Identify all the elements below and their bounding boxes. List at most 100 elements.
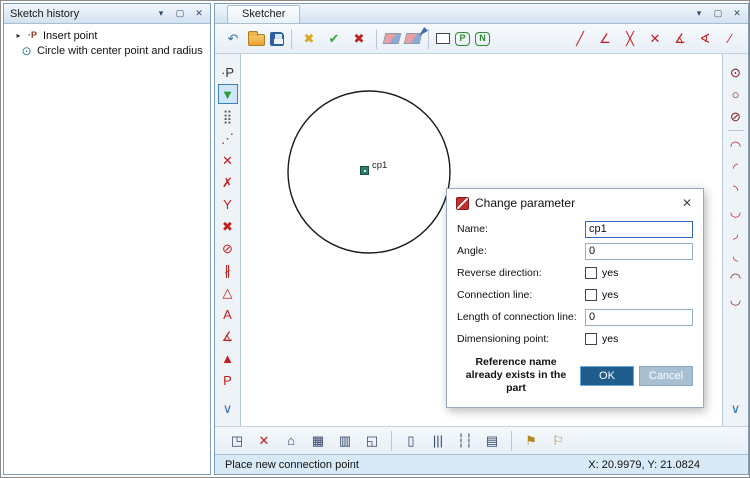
reverse-direction-label: Reverse direction: xyxy=(457,267,542,279)
point-ref-icon[interactable]: P xyxy=(218,370,238,390)
cross-lines-icon[interactable]: ✖ xyxy=(218,216,238,236)
connection-point-marker[interactable] xyxy=(360,166,369,175)
rollup-icon[interactable]: ▾ xyxy=(692,7,706,21)
window-buttons: ▾ ▢ ✕ xyxy=(692,7,744,21)
reverse-direction-row: Reverse direction: yes xyxy=(447,262,703,284)
arc-icon[interactable]: ◠ xyxy=(726,135,746,155)
circle-center-radius-icon[interactable]: ⊙ xyxy=(726,62,746,82)
cross-marks-icon[interactable]: ✗ xyxy=(218,172,238,192)
eraser-icon[interactable] xyxy=(382,33,402,44)
sketcher-titlebar: Sketcher ▾ ▢ ✕ xyxy=(215,4,748,24)
cancel-button[interactable]: Cancel xyxy=(639,365,693,386)
status-bar: Place new connection point X: 20.9979, Y… xyxy=(215,454,748,474)
angle-input[interactable] xyxy=(585,242,693,260)
maximize-icon[interactable]: ▢ xyxy=(711,7,725,21)
undo-icon[interactable]: ↶ xyxy=(223,29,243,49)
connection-line-label: Connection line: xyxy=(457,289,533,301)
connection-line-checkbox[interactable] xyxy=(585,289,597,301)
point-grid-icon[interactable]: ⣿ xyxy=(218,106,238,126)
maximize-icon[interactable]: ▢ xyxy=(173,7,187,21)
name-input[interactable] xyxy=(585,220,693,238)
arc-quadrant-icon[interactable]: ◜ xyxy=(726,157,746,177)
line-circle-icon[interactable]: ⊘ xyxy=(218,238,238,258)
more-arcs-icon[interactable]: ∨ xyxy=(726,398,746,418)
angle-arc-tool-icon[interactable]: ∡ xyxy=(670,29,690,49)
insert-point-icon[interactable]: ▼ xyxy=(217,84,238,104)
angle-label: Angle: xyxy=(457,245,487,257)
hexagon-p-tool-icon[interactable]: P xyxy=(455,31,470,46)
point-cross-icon[interactable]: ✕ xyxy=(218,150,238,170)
hexagon-n-tool-icon[interactable]: N xyxy=(475,31,490,46)
grid-view-icon[interactable]: ▦ xyxy=(308,431,328,451)
expander-icon[interactable]: ▸ xyxy=(12,31,25,40)
named-point-icon[interactable]: ·P xyxy=(218,62,238,82)
window-buttons: ▾ ▢ ✕ xyxy=(154,7,206,21)
circle-item-icon: ⊙ xyxy=(21,43,32,58)
dialog-titlebar: Change parameter ✕ xyxy=(447,189,703,216)
page-icon[interactable]: ▯ xyxy=(401,431,421,451)
text-underline-icon[interactable]: A xyxy=(218,304,238,324)
ok-button[interactable]: OK xyxy=(580,365,634,386)
grid-flag-icon[interactable]: ▥ xyxy=(335,431,355,451)
name-label: Name: xyxy=(457,223,488,235)
discard-changes-icon[interactable]: ✖ xyxy=(299,29,319,49)
tree-item-circle[interactable]: ⊙ Circle with center point and radius xyxy=(6,43,208,58)
zoom-window-icon[interactable]: ◳ xyxy=(227,431,247,451)
arc-corner-icon[interactable]: ◞ xyxy=(726,223,746,243)
sketcher-tab[interactable]: Sketcher xyxy=(227,4,301,23)
top-toolbar: ↶ ✖ ✔ ✖ P N ╱ ∠ ╳ ✕ ∡ ∢ ∕ xyxy=(215,24,748,54)
separator xyxy=(428,28,429,49)
eraser-pen-icon[interactable] xyxy=(403,33,423,44)
line-intersect-tool-icon[interactable]: ✕ xyxy=(645,29,665,49)
separator xyxy=(727,130,744,131)
zoom-extent-icon[interactable]: ◱ xyxy=(362,431,382,451)
connection-length-input[interactable] xyxy=(585,308,693,326)
connection-line-row: Connection line: yes xyxy=(447,284,703,306)
save-icon[interactable] xyxy=(270,31,284,46)
pan-icon[interactable]: ⌂ xyxy=(281,431,301,451)
callout2-icon[interactable]: ⚐ xyxy=(548,431,568,451)
circle-icon[interactable]: ○ xyxy=(726,84,746,104)
callout-icon[interactable]: ⚑ xyxy=(521,431,541,451)
hatch-line-icon[interactable]: ∦ xyxy=(218,260,238,280)
connection-line-option: yes xyxy=(602,289,619,301)
line-cross-tool-icon[interactable]: ╳ xyxy=(620,29,640,49)
dimensioning-point-checkbox[interactable] xyxy=(585,333,597,345)
accept-icon[interactable]: ✔ xyxy=(324,29,344,49)
triangle-filled-icon[interactable]: ▲ xyxy=(218,348,238,368)
rectangle-tool-icon[interactable] xyxy=(436,33,450,44)
circle-entity[interactable] xyxy=(287,90,451,254)
printer-icon[interactable]: ▤ xyxy=(482,431,502,451)
reverse-direction-checkbox[interactable] xyxy=(585,267,597,279)
drawing-canvas[interactable]: cp1 Change parameter ✕ Name: cp1 Angle: … xyxy=(241,54,722,426)
close-icon[interactable]: ✕ xyxy=(192,7,206,21)
arc-lower-icon[interactable]: ◡ xyxy=(726,201,746,221)
line-free-tool-icon[interactable]: ∕ xyxy=(720,29,740,49)
tree-item-label: Insert point xyxy=(43,29,98,42)
tree-item-insert-point[interactable]: ▸ ·P Insert point xyxy=(6,28,208,43)
open-file-icon[interactable] xyxy=(248,31,265,46)
close-icon[interactable]: ✕ xyxy=(730,7,744,21)
dimensioning-point-option: yes xyxy=(602,333,619,345)
close-icon[interactable]: ✕ xyxy=(680,196,694,210)
cancel-icon[interactable]: ✖ xyxy=(349,29,369,49)
arc-small-icon[interactable]: ◠ xyxy=(726,267,746,287)
change-parameter-dialog: Change parameter ✕ Name: Angle: xyxy=(446,188,704,409)
arc-half-icon[interactable]: ◡ xyxy=(726,289,746,309)
angle-measure-tool-icon[interactable]: ∢ xyxy=(695,29,715,49)
triangle-outline-icon[interactable]: △ xyxy=(218,282,238,302)
bars-icon[interactable]: ||| xyxy=(428,431,448,451)
circle-tangent-icon[interactable]: ⊘ xyxy=(726,106,746,126)
sketcher-main: ·P ▼ ⣿ ⋰ ✕ ✗ Y ✖ ⊘ ∦ △ A ∡ ▲ P ∨ cp1 Change parameter ✕ xyxy=(215,54,748,426)
zoom-delete-icon[interactable]: ✕ xyxy=(254,431,274,451)
fork-point-icon[interactable]: Y xyxy=(218,194,238,214)
arc-corner2-icon[interactable]: ◟ xyxy=(726,245,746,265)
arc-quadrant2-icon[interactable]: ◝ xyxy=(726,179,746,199)
rollup-icon[interactable]: ▾ xyxy=(154,7,168,21)
more-tools-icon[interactable]: ∨ xyxy=(218,398,238,418)
point-row-icon[interactable]: ⋰ xyxy=(218,128,238,148)
line-tool-icon[interactable]: ╱ xyxy=(570,29,590,49)
text-angle-icon[interactable]: ∡ xyxy=(218,326,238,346)
dashed-bars-icon[interactable]: ┆┆ xyxy=(455,431,475,451)
line-angle-tool-icon[interactable]: ∠ xyxy=(595,29,615,49)
